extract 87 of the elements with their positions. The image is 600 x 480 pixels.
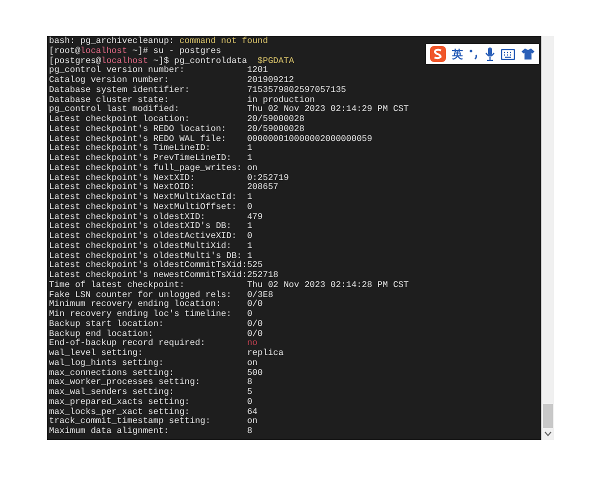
field-value: 8 xyxy=(247,426,252,436)
field-value: 20/59000028 xyxy=(247,114,304,124)
field-label: Backup start location: xyxy=(49,320,165,330)
field-value: 1 xyxy=(247,143,252,154)
field-label: Latest checkpoint's PrevTimeLineID: xyxy=(49,154,232,164)
field-value: 1 xyxy=(247,221,252,232)
field-label: Latest checkpoint's NextOID: xyxy=(49,183,196,192)
scrollbar-thumb[interactable] xyxy=(543,404,553,428)
field-value: 0 xyxy=(247,396,252,407)
field-value: 20/59000028 xyxy=(247,124,304,134)
field-value: 5 xyxy=(247,387,252,397)
field-value: on xyxy=(247,162,258,173)
field-label: Latest checkpoint's REDO location: xyxy=(49,124,228,134)
field-value: 208657 xyxy=(247,182,278,192)
field-label: pg_control version number: xyxy=(49,66,185,76)
field-value: 0 xyxy=(247,309,252,319)
field-label: wal_log_hints setting: xyxy=(49,358,165,368)
s-logo-icon[interactable] xyxy=(430,46,446,62)
field-label: Latest checkpoint's NextMultiOffset: xyxy=(49,202,238,212)
field-label: Latest checkpoint's TimeLineID: xyxy=(49,144,212,154)
field-value: replica xyxy=(247,348,284,358)
field-label: track_commit_timestamp setting: xyxy=(49,417,212,426)
field-label: Latest checkpoint location: xyxy=(49,115,191,124)
scrollbar[interactable] xyxy=(541,36,554,440)
field-value: Thu 02 Nov 2023 02:14:28 PM CST xyxy=(247,280,409,290)
field-label: Maximum data alignment: xyxy=(49,427,170,437)
field-value: 1 xyxy=(247,153,252,163)
field-value: 0 xyxy=(247,202,252,212)
field-label: End-of-backup record required: xyxy=(49,339,206,348)
field-label: Latest checkpoint's oldestMulti's DB: xyxy=(49,252,243,260)
field-value: on xyxy=(247,416,258,426)
field-value: 0/0 xyxy=(247,299,263,310)
field-label: Time of latest checkpoint: xyxy=(49,280,186,290)
shirt-icon[interactable] xyxy=(521,48,535,60)
field-value: 525 xyxy=(247,260,263,270)
punctuation-icon[interactable] xyxy=(469,48,479,60)
field-label: Latest checkpoint's oldestCommitTsXid: xyxy=(49,261,248,270)
field-label: Latest checkpoint's REDO WAL file: xyxy=(49,134,228,144)
field-value: 0 xyxy=(247,231,252,241)
field-value: in production xyxy=(247,94,315,104)
field-label: Latest checkpoint's full_page_writes: xyxy=(49,164,243,174)
field-label: Latest checkpoint's oldestActiveXID: xyxy=(49,232,238,242)
field-label: max_prepared_xacts setting: xyxy=(49,398,191,408)
command-line: [root@localhost ~]# su - postgres xyxy=(49,46,222,56)
field-value: 1 xyxy=(247,192,252,202)
field-label: max_worker_processes setting: xyxy=(49,378,202,388)
keyboard-icon[interactable] xyxy=(501,48,515,60)
field-value: 479 xyxy=(247,212,263,222)
input-mode-toggle[interactable]: 英 xyxy=(452,46,463,62)
field-label: pg_control last modified: xyxy=(49,105,180,114)
field-value: 000000010000002000000059 xyxy=(247,134,372,144)
field-value: 500 xyxy=(247,368,263,378)
field-value: Thu 02 Nov 2023 02:14:29 PM CST xyxy=(247,104,409,114)
field-label: Latest checkpoint's NextXID: xyxy=(49,174,196,182)
field-label: Database cluster state: xyxy=(49,96,170,104)
field-label: Database system identifier: xyxy=(49,86,191,96)
field-value: on xyxy=(247,358,258,368)
field-value: 0/3E8 xyxy=(247,290,274,300)
field-value: 8 xyxy=(247,377,252,388)
field-label: Latest checkpoint's oldestXID's DB: xyxy=(49,222,232,232)
field-label: max_locks_per_xact setting: xyxy=(49,408,190,416)
field-value: 1201 xyxy=(247,65,268,76)
field-label: max_wal_senders setting: xyxy=(49,388,176,398)
field-label: Backup end location: xyxy=(49,330,154,338)
field-label: Latest checkpoint's oldestXID: xyxy=(49,212,206,222)
field-label: Minimum recovery ending location: xyxy=(49,300,222,310)
field-label: Min recovery ending loc's timeline: xyxy=(49,310,232,320)
microphone-icon[interactable] xyxy=(485,47,495,61)
field-value: no xyxy=(247,338,258,348)
field-label: wal_level setting: xyxy=(49,349,144,358)
field-value: 0/0 xyxy=(247,318,263,329)
field-label: Latest checkpoint's oldestMultiXid: xyxy=(49,242,232,252)
field-value: 7153579802597057135 xyxy=(247,84,346,95)
field-value: 0/0 xyxy=(247,328,263,338)
field-label: Latest checkpoint's NextMultiXactId: xyxy=(49,193,238,202)
field-value: 64 xyxy=(247,406,258,416)
error-message: bash: pg_archivecleanup: command not found xyxy=(49,36,268,46)
field-value: 1 xyxy=(247,240,252,251)
command-line: [postgres@localhost ~]$ pg_controldata $PGDATA xyxy=(49,56,294,66)
field-value: 252718 xyxy=(247,270,278,280)
field-value: 1 xyxy=(247,250,252,260)
field-label: Latest checkpoint's newestCommitTsXid: xyxy=(49,271,248,280)
field-label: Catalog version number: xyxy=(49,76,170,86)
field-value: 201909212 xyxy=(247,75,294,85)
field-value: 0:252719 xyxy=(247,172,289,182)
field-label: Fake LSN counter for unlogged rels: xyxy=(49,290,232,300)
field-label: max_connections setting: xyxy=(49,368,174,378)
